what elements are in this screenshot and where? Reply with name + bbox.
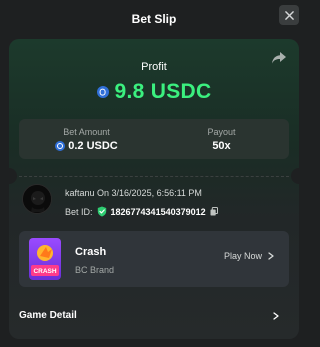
profit-value: 9.8 USDC	[114, 80, 212, 103]
crash-game-art: CRASH	[31, 245, 59, 276]
close-button[interactable]	[279, 5, 299, 25]
payout-label: Payout	[207, 126, 236, 137]
ticket-notch-right	[291, 168, 299, 184]
bet-id-row: Bet ID: 1826774341540379012	[65, 206, 218, 217]
profit-row: 9.8 USDC	[9, 80, 299, 104]
bet-amount-label: Bet Amount	[63, 126, 110, 137]
close-icon	[284, 10, 294, 20]
game-card[interactable]: CRASH Crash BC Brand Play Now	[19, 231, 289, 287]
bet-stats-box: Bet Amount 0.2 USDC Payout 50x	[19, 119, 289, 159]
usdc-coin-icon	[96, 86, 109, 98]
usdc-coin-icon	[55, 140, 66, 151]
bet-id-value: 1826774341540379012	[110, 206, 206, 217]
avatar-image	[23, 185, 51, 213]
game-brand: BC Brand	[75, 265, 115, 275]
play-now-button[interactable]: Play Now	[224, 251, 274, 261]
bet-id-label: Bet ID:	[65, 206, 93, 217]
modal-header: Bet Slip	[0, 0, 308, 38]
bet-slip-card: Profit 9.8 USDC Bet Amount 0.2 USDC Payo…	[9, 39, 299, 339]
bet-amount-column: Bet Amount 0.2 USDC	[19, 119, 154, 159]
verified-shield-icon	[97, 206, 106, 217]
crash-thumb-text: CRASH	[33, 268, 56, 275]
game-detail-label: Game Detail	[19, 310, 77, 321]
game-thumbnail: CRASH	[29, 238, 61, 280]
bet-amount-value-row: 0.2 USDC	[55, 140, 118, 152]
ticket-notch-left	[9, 168, 17, 184]
payout-value: 50x	[212, 139, 231, 152]
game-detail-row[interactable]: Game Detail	[9, 304, 299, 328]
chevron-right-icon	[273, 312, 279, 320]
game-name: Crash	[75, 246, 107, 258]
modal-title: Bet Slip	[131, 12, 177, 26]
chevron-right-icon	[268, 252, 274, 260]
bet-slip-modal: Bet Slip Profit 9.8 USDC Bet Amount 0.2 …	[0, 0, 308, 347]
payout-column: Payout 50x	[154, 119, 289, 159]
ticket-divider	[19, 176, 289, 177]
bet-user-timestamp: kaftanu On 3/16/2025, 6:56:11 PM	[65, 188, 202, 198]
copy-icon[interactable]	[210, 207, 218, 216]
avatar[interactable]	[22, 184, 52, 214]
profit-label: Profit	[141, 61, 167, 73]
bet-amount-value: 0.2 USDC	[68, 139, 118, 152]
play-now-label: Play Now	[224, 251, 263, 261]
